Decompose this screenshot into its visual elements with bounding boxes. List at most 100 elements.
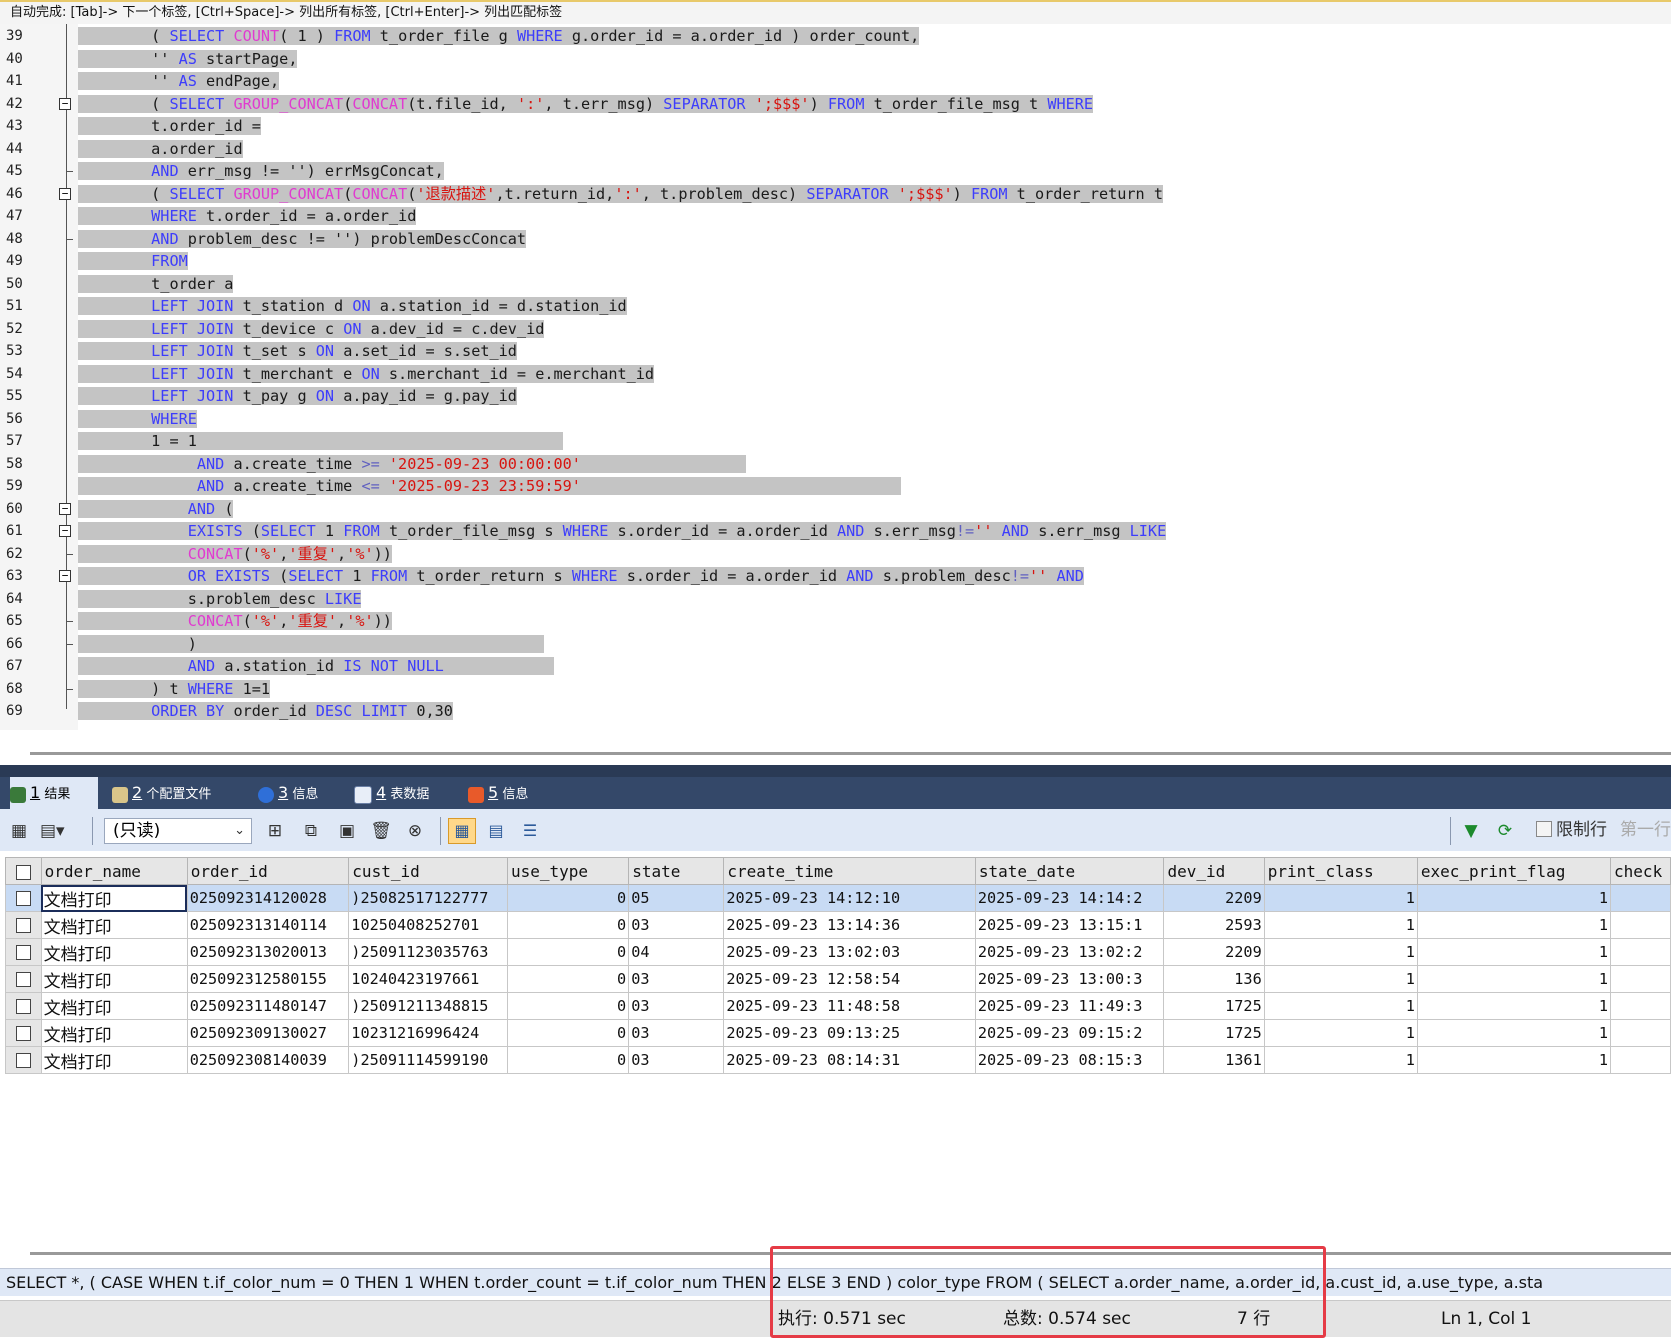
row-checkbox[interactable]: [15, 1053, 31, 1068]
tab-table-data[interactable]: 4 表数据: [354, 777, 454, 809]
cell-dev-id[interactable]: 1725: [1163, 992, 1265, 1020]
cell-order-id[interactable]: 025092308140039: [186, 1046, 350, 1074]
fold-collapse-icon[interactable]: −: [59, 570, 71, 582]
cell-order-name[interactable]: 文档打印: [40, 965, 188, 993]
cell-state[interactable]: 03: [628, 1019, 725, 1047]
cell-order-id[interactable]: 025092309130027: [186, 1019, 350, 1047]
cell-cust-id[interactable]: )25091211348815: [348, 992, 508, 1020]
cell-state[interactable]: 04: [628, 938, 725, 966]
cell-state-date[interactable]: 2025-09-23 13:00:3: [974, 965, 1165, 993]
code-line[interactable]: 47 WHERE t.order_id = a.order_id: [0, 205, 1671, 227]
code-line[interactable]: 61 EXISTS (SELECT 1 FROM t_order_file_ms…: [0, 520, 1671, 542]
table-row[interactable]: 文档打印 025092309130027 10231216996424 0 03 2025…: [5, 1019, 1671, 1047]
cell-check[interactable]: [1610, 884, 1671, 912]
checkbox[interactable]: [15, 864, 31, 880]
cell-state[interactable]: 03: [628, 992, 725, 1020]
cell-use-type[interactable]: 0: [506, 1019, 630, 1047]
cell-order-id[interactable]: 025092312580155: [186, 965, 350, 993]
sql-editor[interactable]: 39 ( SELECT COUNT( 1 ) FROM t_order_file…: [0, 24, 1671, 730]
cell-cust-id[interactable]: 10250408252701: [348, 911, 508, 939]
cell-print-class[interactable]: 1: [1263, 938, 1418, 966]
column-header-order-name[interactable]: order_name: [40, 857, 188, 885]
delete-icon[interactable]: 🗑: [370, 820, 392, 842]
cell-use-type[interactable]: 0: [506, 911, 630, 939]
refresh-icon[interactable]: ⟳: [1494, 820, 1516, 842]
row-checkbox-cell[interactable]: [5, 965, 42, 993]
code-line[interactable]: 65 CONCAT('%','重复','%')): [0, 610, 1671, 632]
column-header-exec-print-flag[interactable]: exec_print_flag: [1416, 857, 1612, 885]
result-grid[interactable]: order_name order_id cust_id use_type state cr…: [0, 851, 1671, 1256]
code-line[interactable]: 58 AND a.create_time >= '2025-09-23 00:0…: [0, 453, 1671, 475]
cell-order-name[interactable]: 文档打印: [40, 992, 188, 1020]
cell-state-date[interactable]: 2025-09-23 08:15:3: [974, 1046, 1165, 1074]
column-header-create-time[interactable]: create_time: [723, 857, 976, 885]
cell-print-class[interactable]: 1: [1263, 992, 1418, 1020]
row-checkbox-cell[interactable]: [5, 1046, 42, 1074]
cell-dev-id[interactable]: 136: [1163, 965, 1265, 993]
cell-use-type[interactable]: 0: [506, 965, 630, 993]
row-checkbox-cell[interactable]: [5, 992, 42, 1020]
column-header-use-type[interactable]: use_type: [506, 857, 630, 885]
cell-print-class[interactable]: 1: [1263, 1019, 1418, 1047]
readonly-select[interactable]: (只读) ⌄: [104, 818, 252, 844]
code-line[interactable]: 39 ( SELECT COUNT( 1 ) FROM t_order_file…: [0, 25, 1671, 47]
export-dropdown-icon[interactable]: ▤▾: [40, 820, 65, 842]
cell-order-name[interactable]: 文档打印: [40, 1046, 188, 1074]
cell-exec-print-flag[interactable]: 1: [1416, 1019, 1612, 1047]
cell-state[interactable]: 03: [628, 1046, 725, 1074]
cell-cust-id[interactable]: 10231216996424: [348, 1019, 508, 1047]
cell-state[interactable]: 05: [628, 884, 725, 912]
code-line[interactable]: 60 AND (: [0, 498, 1671, 520]
cell-state-date[interactable]: 2025-09-23 13:02:2: [974, 938, 1165, 966]
row-checkbox-cell[interactable]: [5, 884, 42, 912]
cell-check[interactable]: [1610, 1046, 1671, 1074]
cell-use-type[interactable]: 0: [506, 884, 630, 912]
cell-order-id[interactable]: 025092311480147: [186, 992, 350, 1020]
cell-exec-print-flag[interactable]: 1: [1416, 911, 1612, 939]
column-header-dev-id[interactable]: dev_id: [1163, 857, 1265, 885]
cell-dev-id[interactable]: 1361: [1163, 1046, 1265, 1074]
code-line[interactable]: 57 1 = 1: [0, 430, 1671, 452]
table-row[interactable]: 文档打印 025092314120028)25082517122777 0 05 202…: [5, 884, 1671, 912]
cell-create-time[interactable]: 2025-09-23 13:02:03: [723, 938, 976, 966]
row-checkbox-cell[interactable]: [5, 1019, 42, 1047]
row-checkbox-cell[interactable]: [5, 938, 42, 966]
pane-splitter[interactable]: [0, 765, 1671, 777]
cell-state-date[interactable]: 2025-09-23 09:15:2: [974, 1019, 1165, 1047]
code-line[interactable]: 44 a.order_id: [0, 138, 1671, 160]
column-header-state-date[interactable]: state_date: [974, 857, 1165, 885]
fold-collapse-icon[interactable]: −: [59, 97, 71, 110]
code-line[interactable]: 55 LEFT JOIN t_pay g ON a.pay_id = g.pay…: [0, 385, 1671, 407]
cell-exec-print-flag[interactable]: 1: [1416, 965, 1612, 993]
cell-order-id[interactable]: 025092313140114: [186, 911, 350, 939]
cell-check[interactable]: [1610, 992, 1671, 1020]
code-line[interactable]: 54 LEFT JOIN t_merchant e ON s.merchant_…: [0, 363, 1671, 385]
form-view-icon[interactable]: ▤: [482, 818, 510, 844]
cell-order-name[interactable]: 文档打印: [40, 1019, 188, 1047]
cell-use-type[interactable]: 0: [506, 992, 630, 1020]
cell-print-class[interactable]: 1: [1263, 884, 1418, 912]
cell-check[interactable]: [1610, 938, 1671, 966]
table-row[interactable]: 文档打印 025092308140039)25091114599190 0 03 202…: [5, 1046, 1671, 1074]
code-line[interactable]: 49 FROM: [0, 250, 1671, 272]
column-header-check[interactable]: check: [1610, 857, 1671, 885]
cell-print-class[interactable]: 1: [1263, 1046, 1418, 1074]
table-row[interactable]: 文档打印 025092311480147)25091211348815 0 03 202…: [5, 992, 1671, 1020]
cell-order-name[interactable]: 文档打印: [40, 911, 188, 939]
code-line[interactable]: 69 ORDER BY order_id DESC LIMIT 0,30: [0, 700, 1671, 722]
row-checkbox[interactable]: [15, 891, 31, 906]
code-line[interactable]: 42 ( SELECT GROUP_CONCAT(CONCAT(t.file_i…: [0, 93, 1671, 115]
cell-state[interactable]: 03: [628, 965, 725, 993]
column-header-state[interactable]: state: [628, 857, 725, 885]
cell-print-class[interactable]: 1: [1263, 911, 1418, 939]
select-all-checkbox[interactable]: [5, 857, 42, 885]
fold-collapse-icon[interactable]: −: [59, 187, 71, 200]
table-row[interactable]: 文档打印 025092313020013)25091123035763 0 04 202…: [5, 938, 1671, 966]
cell-exec-print-flag[interactable]: 1: [1416, 1046, 1612, 1074]
cell-state-date[interactable]: 2025-09-23 14:14:2: [974, 884, 1165, 912]
cell-use-type[interactable]: 0: [506, 938, 630, 966]
cell-order-name[interactable]: 文档打印: [40, 938, 188, 966]
code-line[interactable]: 41 '' AS endPage,: [0, 70, 1671, 92]
row-checkbox[interactable]: [15, 918, 31, 933]
cell-state-date[interactable]: 2025-09-23 11:49:3: [974, 992, 1165, 1020]
